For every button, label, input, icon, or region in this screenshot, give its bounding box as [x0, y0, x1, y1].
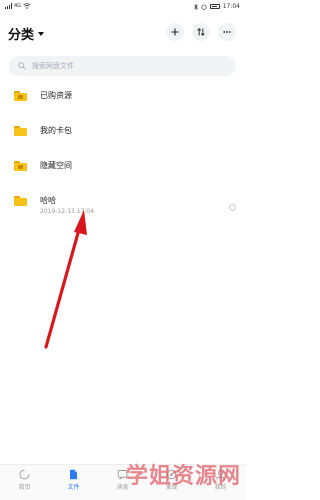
- tab-label: 首页: [18, 484, 31, 491]
- home-icon: [19, 469, 30, 480]
- tab-label: 文件: [67, 484, 80, 491]
- tab-files[interactable]: 文件: [49, 465, 98, 500]
- file-icon: [70, 469, 77, 480]
- watermark-text: 学姐资源网: [125, 464, 241, 489]
- tab-home[interactable]: 首页: [0, 465, 49, 500]
- annotation-arrow-icon: [44, 210, 87, 349]
